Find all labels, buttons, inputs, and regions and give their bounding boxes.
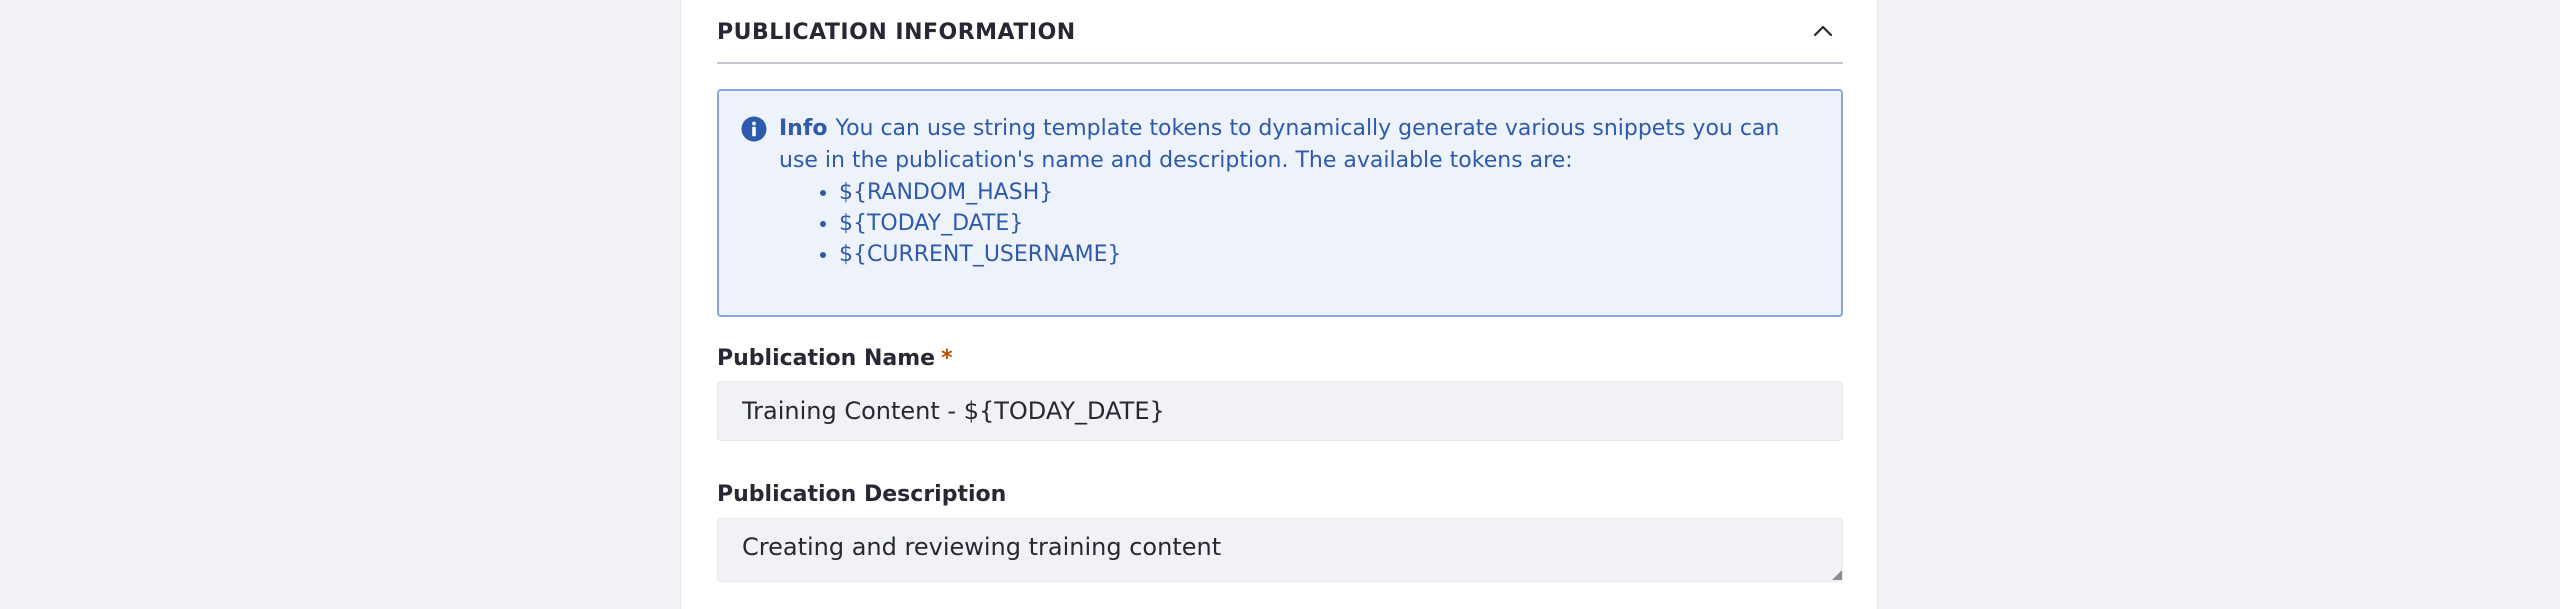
token-list-item: ${RANDOM_HASH} (839, 177, 1819, 208)
collapse-section-button[interactable] (1803, 11, 1843, 51)
token-list-item: ${TODAY_DATE} (839, 208, 1819, 239)
section-title: PUBLICATION INFORMATION (717, 19, 1076, 45)
info-alert-message: You can use string template tokens to dy… (779, 116, 1780, 173)
info-circle-icon (741, 116, 767, 142)
required-indicator: * (941, 346, 953, 371)
chevron-up-icon (1813, 25, 1833, 37)
publication-description-textarea[interactable]: Creating and reviewing training content (717, 518, 1843, 582)
publication-name-input[interactable] (717, 381, 1843, 441)
token-list-item: ${CURRENT_USERNAME} (839, 239, 1819, 270)
token-list: ${RANDOM_HASH} ${TODAY_DATE} ${CURRENT_U… (779, 177, 1819, 270)
publication-form-card: PUBLICATION INFORMATION Info You can use … (680, 0, 1878, 609)
info-alert-lead: Info (779, 116, 828, 141)
publication-name-label-text: Publication Name (717, 346, 936, 371)
publication-description-label-text: Publication Description (717, 482, 1007, 507)
info-alert: Info You can use string template tokens t… (717, 89, 1843, 317)
info-alert-body: Info You can use string template tokens t… (779, 113, 1819, 270)
page: PUBLICATION INFORMATION Info You can use … (0, 0, 2560, 609)
publication-name-label: Publication Name * (717, 346, 953, 371)
publication-description-label: Publication Description (717, 482, 1006, 507)
section-header: PUBLICATION INFORMATION (717, 0, 1843, 64)
resize-handle-icon[interactable] (1830, 568, 1842, 580)
